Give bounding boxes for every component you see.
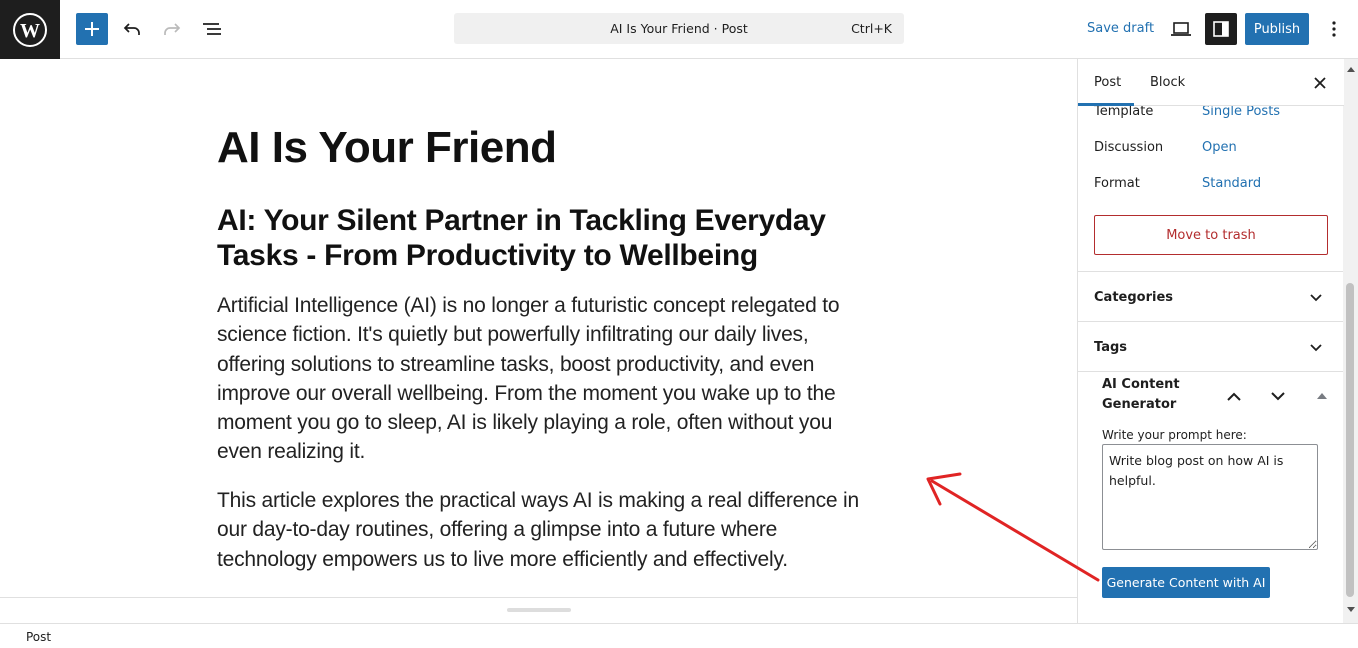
options-button[interactable] (1322, 14, 1346, 44)
tab-post[interactable]: Post (1094, 75, 1121, 90)
wordpress-logo-icon[interactable]: W (0, 0, 60, 59)
paragraph-block[interactable]: This article explores the practical ways… (217, 486, 867, 574)
settings-sidebar: Post Block Template Single Posts Discuss… (1077, 59, 1358, 623)
categories-panel-toggle[interactable]: Categories (1094, 290, 1173, 305)
collapse-panel-button[interactable] (1316, 389, 1328, 401)
preview-button[interactable] (1166, 14, 1196, 44)
document-overview-button[interactable] (197, 14, 227, 44)
resize-handle[interactable] (507, 608, 571, 612)
command-palette-bar[interactable]: AI Is Your Friend · Post Ctrl+K (454, 13, 904, 44)
move-up-button[interactable] (1222, 384, 1246, 408)
save-draft-button[interactable]: Save draft (1087, 21, 1154, 36)
prompt-label: Write your prompt here: (1102, 428, 1247, 442)
divider (0, 597, 1077, 598)
post-heading[interactable]: AI: Your Silent Partner in Tackling Ever… (217, 203, 857, 273)
svg-text:W: W (20, 20, 40, 42)
chevron-down-icon[interactable] (1306, 288, 1326, 308)
meta-label: Format (1094, 176, 1140, 191)
publish-button[interactable]: Publish (1245, 13, 1309, 45)
generate-content-button[interactable]: Generate Content with AI (1102, 567, 1270, 598)
active-tab-indicator (1078, 103, 1134, 106)
chevron-down-icon (1271, 391, 1285, 400)
scroll-down-icon[interactable] (1347, 607, 1355, 612)
close-icon (1314, 77, 1326, 89)
divider (1078, 271, 1344, 272)
sidebar-scrollbar[interactable] (1343, 59, 1358, 623)
chevron-down-icon[interactable] (1306, 338, 1326, 358)
breadcrumb[interactable]: Post (26, 630, 51, 644)
sidebar-icon (1213, 21, 1229, 37)
more-vertical-icon (1332, 21, 1336, 37)
chevron-up-icon (1227, 392, 1241, 401)
add-block-button[interactable] (76, 13, 108, 45)
undo-button[interactable] (117, 14, 147, 44)
document-title: AI Is Your Friend · Post (610, 21, 748, 36)
template-link[interactable]: Single Posts (1202, 104, 1280, 119)
undo-icon (123, 23, 140, 35)
editor-header: W AI Is Your Friend · Post Ctrl+K Save d… (0, 0, 1358, 59)
redo-icon (164, 23, 181, 35)
paragraph-block[interactable]: Artificial Intelligence (AI) is no longe… (217, 291, 867, 467)
redo-button[interactable] (157, 14, 187, 44)
list-view-icon (203, 23, 221, 35)
desktop-icon (1171, 22, 1191, 36)
move-down-button[interactable] (1266, 384, 1290, 408)
scroll-thumb[interactable] (1346, 283, 1354, 597)
meta-label: Discussion (1094, 140, 1164, 155)
prompt-textarea[interactable]: Write blog post on how AI is helpful. (1102, 444, 1318, 550)
editor-footer: Post (0, 623, 1358, 648)
tags-panel-toggle[interactable]: Tags (1094, 340, 1127, 355)
meta-label: Template (1094, 104, 1154, 119)
close-sidebar-button[interactable] (1310, 73, 1330, 93)
ai-generator-panel-title[interactable]: AI Content Generator (1102, 375, 1212, 415)
divider (1078, 321, 1344, 322)
tab-block[interactable]: Block (1150, 75, 1185, 90)
format-link[interactable]: Standard (1202, 176, 1261, 191)
settings-sidebar-button[interactable] (1205, 13, 1237, 45)
command-shortcut: Ctrl+K (851, 21, 892, 36)
plus-icon (85, 22, 99, 36)
move-to-trash-button[interactable]: Move to trash (1094, 215, 1328, 255)
triangle-up-icon (1317, 392, 1327, 399)
scroll-up-icon[interactable] (1347, 67, 1355, 72)
sidebar-tabs: Post Block (1078, 59, 1344, 106)
post-title[interactable]: AI Is Your Friend (217, 123, 557, 173)
discussion-link[interactable]: Open (1202, 140, 1237, 155)
editor-canvas: AI Is Your Friend AI: Your Silent Partne… (0, 59, 1077, 623)
divider (1078, 371, 1344, 372)
